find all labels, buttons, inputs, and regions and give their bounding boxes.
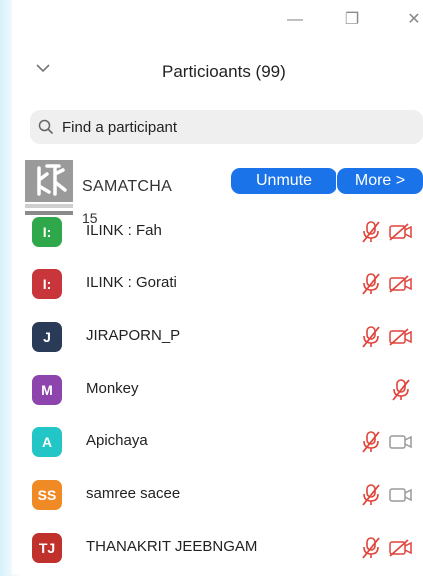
avatar: SS [32, 480, 62, 510]
more-button[interactable]: More > [337, 168, 423, 194]
avatar: J [32, 322, 62, 352]
camera-off-icon[interactable] [388, 328, 414, 346]
avatar: A [32, 427, 62, 457]
participants-panel: — ❐ ✕ Particioants (99) SAMATCHA Unmute … [12, 0, 423, 574]
participant-name: JIRAPORN_P [86, 327, 181, 344]
close-button[interactable]: ✕ [404, 10, 423, 30]
camera-off-icon[interactable] [388, 539, 414, 557]
participant-row[interactable]: A Apichaya [12, 418, 423, 470]
participant-name: THANAKRIT JEEBNGAM [86, 538, 258, 555]
participant-name: Monkey [86, 380, 139, 397]
participant-row[interactable]: M Monkey [12, 366, 423, 418]
avatar: I: [32, 269, 62, 299]
participant-row[interactable]: TJ THANAKRIT JEEBNGAM [12, 524, 423, 576]
camera-icon[interactable] [388, 433, 414, 451]
panel-title: Particioants (99) [162, 62, 286, 81]
chevron-down-icon[interactable] [34, 61, 52, 75]
mic-muted-icon[interactable] [390, 378, 412, 402]
camera-off-icon[interactable] [388, 275, 414, 293]
participant-row[interactable]: I: ILINK : Fah [12, 208, 423, 260]
avatar: TJ [32, 533, 62, 563]
mic-muted-icon[interactable] [360, 220, 382, 244]
participant-name: ILINK : Gorati [86, 274, 177, 291]
title-bar: — ❐ ✕ [12, 0, 423, 40]
minimize-button[interactable]: — [285, 10, 305, 30]
search-icon [38, 119, 54, 135]
mic-muted-icon[interactable] [360, 272, 382, 296]
participant-name: Apichaya [86, 432, 148, 449]
mic-muted-icon[interactable] [360, 325, 382, 349]
camera-icon[interactable] [388, 486, 414, 504]
participant-row[interactable]: J JIRAPORN_P [12, 313, 423, 365]
mic-muted-icon[interactable] [360, 536, 382, 560]
participant-name: samree sacee [86, 485, 181, 502]
mic-muted-icon[interactable] [360, 430, 382, 454]
host-name: SAMATCHA [82, 178, 173, 195]
participant-row[interactable]: I: ILINK : Gorati [12, 260, 423, 312]
search-input[interactable] [62, 115, 417, 139]
panel-header: Particioants (99) [12, 55, 423, 89]
host-row[interactable]: SAMATCHA Unmute More > 15 [12, 160, 423, 226]
avatar: M [32, 375, 62, 405]
search-box[interactable] [30, 110, 423, 144]
camera-off-icon[interactable] [388, 223, 414, 241]
avatar: I: [32, 217, 62, 247]
participant-name: ILINK : Fah [86, 222, 162, 239]
unmute-button[interactable]: Unmute [231, 168, 337, 194]
mic-muted-icon[interactable] [360, 483, 382, 507]
maximize-button[interactable]: ❐ [342, 10, 362, 30]
participant-row[interactable]: SS samree sacee [12, 471, 423, 523]
